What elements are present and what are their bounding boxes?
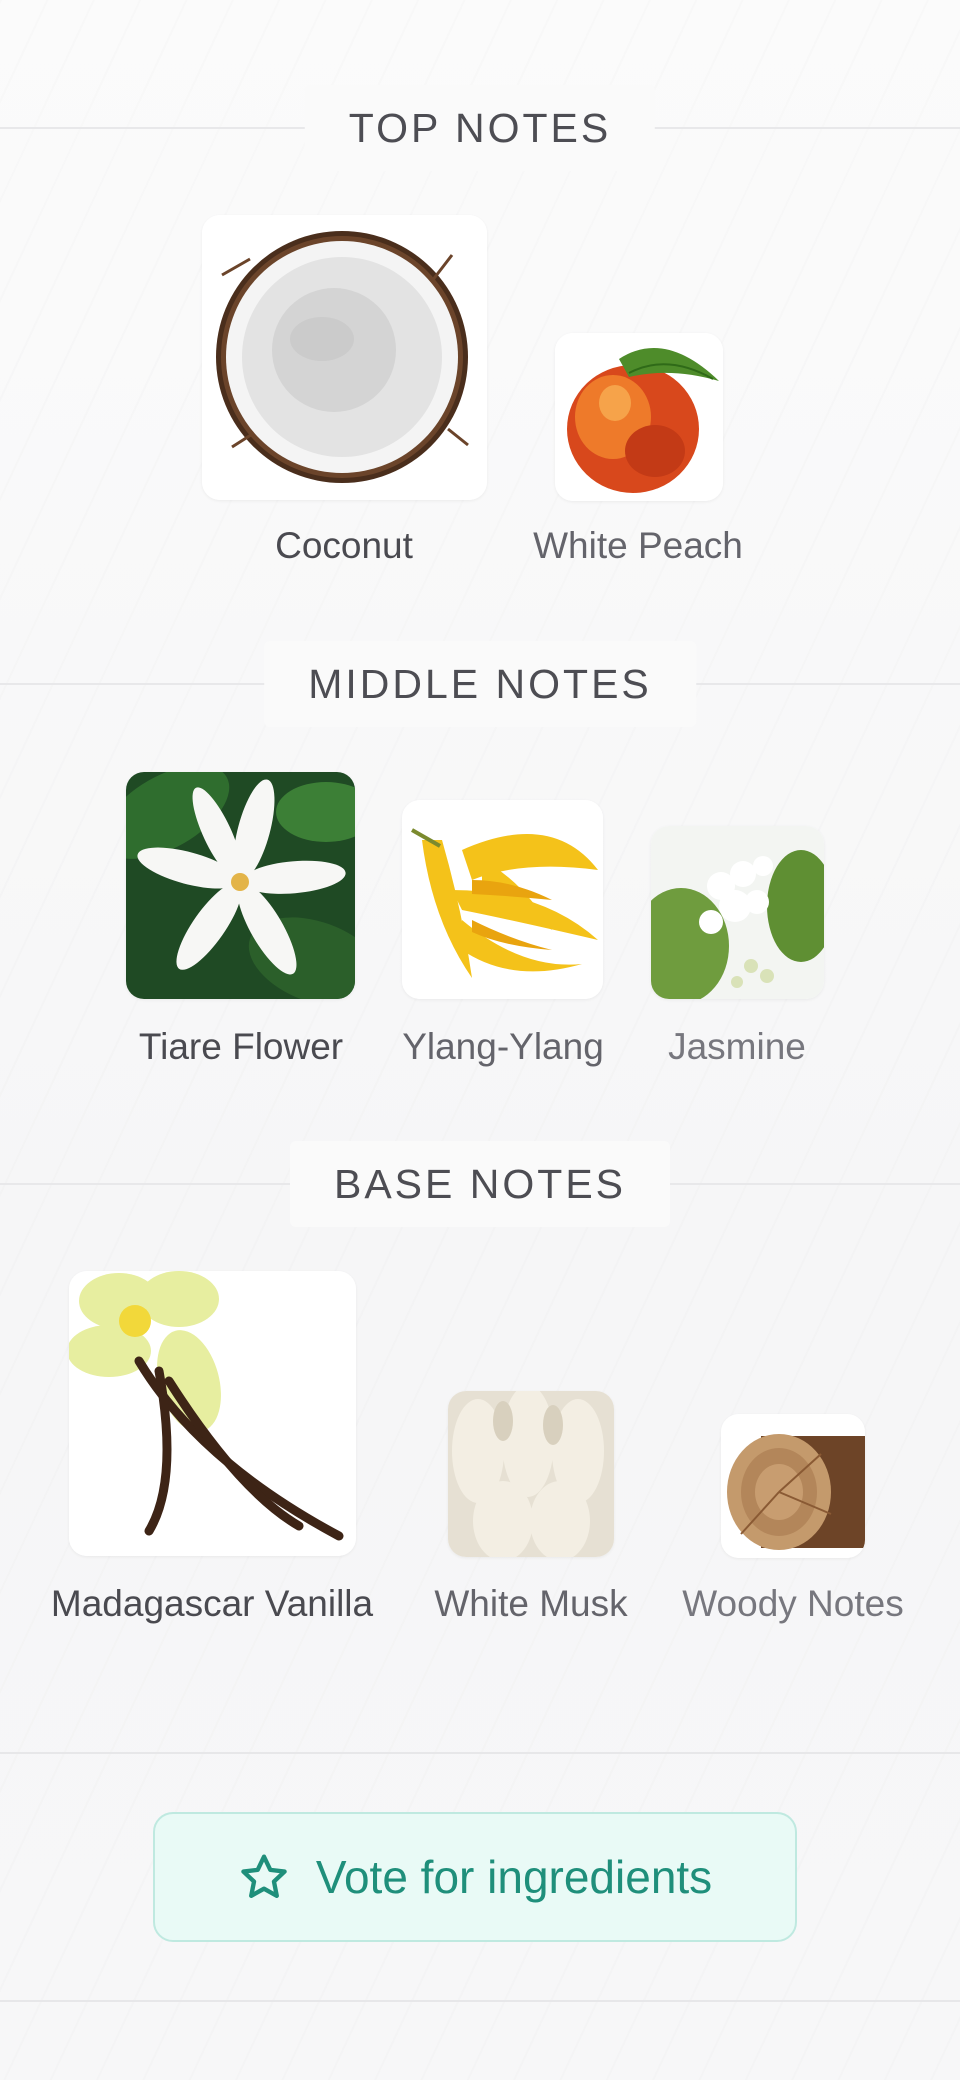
vote-button-label: Vote for ingredients [315,1851,713,1903]
note-label: Madagascar Vanilla [50,1583,374,1624]
base-notes-header: BASE NOTES [0,1141,960,1227]
tiare-flower-image [126,772,355,999]
jasmine-image [651,826,824,999]
woody-notes-image [721,1414,865,1558]
middle-notes-header: MIDDLE NOTES [0,641,960,727]
ylang-ylang-image [402,800,603,999]
note-label: Ylang-Ylang [402,1026,604,1067]
top-notes-header: TOP NOTES [0,85,960,171]
note-label: White Peach [533,525,743,566]
top-notes-title: TOP NOTES [348,104,612,151]
bottom-divider [0,2000,960,2002]
section-divider [0,1752,960,1754]
vote-for-ingredients-button[interactable]: Vote for ingredients [153,1812,797,1942]
star-icon [241,1854,287,1899]
note-label: Tiare Flower [138,1026,344,1067]
white-musk-image [448,1391,614,1557]
base-notes-title: BASE NOTES [333,1160,627,1207]
fragrance-notes-page: TOP NOTES Coconut White Peach MIDDLE NOT… [0,0,960,2080]
note-label: Woody Notes [682,1583,904,1624]
coconut-image [202,215,487,500]
white-peach-image [555,333,723,501]
middle-notes-title: MIDDLE NOTES [308,660,652,707]
note-label: Coconut [275,525,413,566]
section-title-pill: TOP NOTES [304,85,656,171]
section-title-pill: BASE NOTES [289,1141,671,1227]
madagascar-vanilla-image [69,1271,356,1556]
note-label: Jasmine [668,1026,806,1067]
section-title-pill: MIDDLE NOTES [264,641,696,727]
note-label: White Musk [434,1583,628,1624]
